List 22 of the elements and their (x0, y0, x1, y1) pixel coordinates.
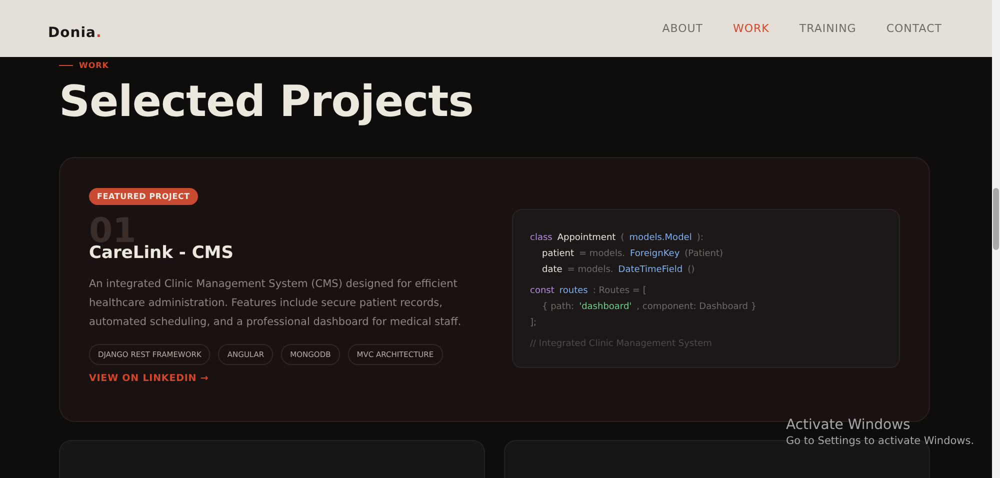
nav-link[interactable]: CONTACT (886, 22, 942, 35)
activation-notice-title: Activate Windows (786, 417, 912, 433)
code-line: date = models. DateTimeField () (541, 264, 695, 277)
scrollbar-thumb[interactable] (993, 188, 999, 250)
featured-badge: FEATURED PROJECT (89, 188, 198, 205)
nav-link[interactable]: ABOUT (662, 22, 703, 35)
logo[interactable]: Donia. (48, 24, 102, 40)
code-line: const routes : Routes = [ (530, 285, 646, 298)
project-description: An integrated Clinic Management System (CMS) designed for efficient healthcare administration. Features include secure patient records, automated scheduling, and a professional dashboard for medical staff. (89, 277, 462, 330)
eyebrow-line (59, 65, 73, 66)
project-title: CareLink - CMS (89, 243, 234, 263)
nav-link[interactable]: TRAINING (799, 22, 856, 35)
code-line: class Appointment ( models.Model ): (530, 232, 704, 245)
code-line: { path: 'dashboard' , component: Dashboard } (541, 301, 757, 314)
nav-link[interactable]: WORK (733, 22, 770, 35)
activation-notice-text: Go to Settings to activate Windows. (786, 435, 974, 447)
scrollbar[interactable] (992, 0, 1000, 478)
section-title: Selected Projects (59, 76, 474, 128)
linkedin-link[interactable]: VIEW ON LINKEDIN → (89, 373, 209, 384)
code-line: patient = models. ForeignKey (Patient) (541, 248, 724, 261)
code-line: ]; (530, 317, 537, 330)
section-eyebrow: WORK (79, 61, 109, 70)
